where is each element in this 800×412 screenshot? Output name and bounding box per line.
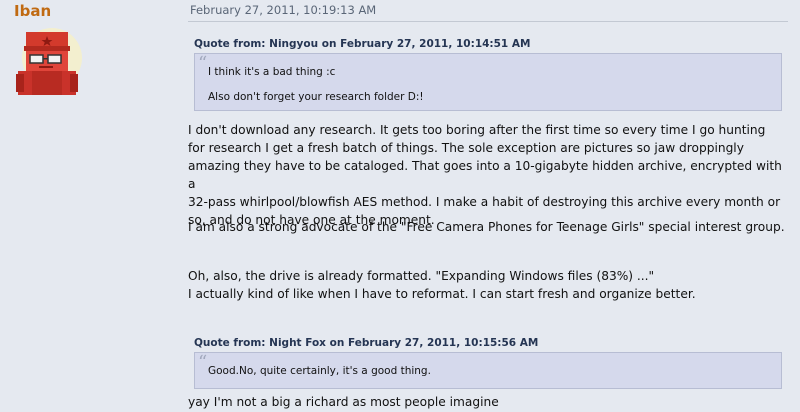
post-line: I am also a strong advocate of the "Free… [188,220,785,234]
post-divider [188,21,788,22]
post-paragraph: I don't download any research. It gets t… [188,121,788,229]
post-paragraph: yay I'm not a big a richard as most peop… [188,393,788,411]
post-line: for research I get a fresh batch of thin… [188,141,744,155]
post-line: yay I'm not a big a richard as most peop… [188,395,499,409]
post-date: February 27, 2011, 10:19:13 AM [190,3,377,17]
post-line: amazing they have to be cataloged. That … [188,159,782,191]
quote-text: I think it's a bad thing :c [208,66,336,78]
quote-header-night-fox[interactable]: Quote from: Night Fox on February 27, 20… [194,337,538,349]
quote-text: Also don't forget your research folder D… [208,91,424,103]
post-line: 32-pass whirlpool/blowfish AES method. I… [188,195,781,209]
post-paragraph: I am also a strong advocate of the "Free… [188,218,788,236]
post-paragraph: Oh, also, the drive is already formatted… [188,267,788,303]
poster-username[interactable]: Iban [14,2,51,20]
post-line: I don't download any research. It gets t… [188,123,766,137]
quote-box-night-fox: “ Good.No, quite certainly, it's a good … [194,352,782,389]
quote-header-ningyou[interactable]: Quote from: Ningyou on February 27, 2011… [194,38,530,50]
post-line: Oh, also, the drive is already formatted… [188,269,655,283]
quote-icon: “ [198,53,208,74]
post-line: I actually kind of like when I have to r… [188,287,696,301]
quote-box-ningyou: “ I think it's a bad thing :c Also don't… [194,53,782,111]
poster-info: Iban [0,0,182,412]
red-robot-avatar-icon [12,26,88,100]
quote-text: Good.No, quite certainly, it's a good th… [208,365,431,377]
quote-icon: “ [198,352,208,373]
